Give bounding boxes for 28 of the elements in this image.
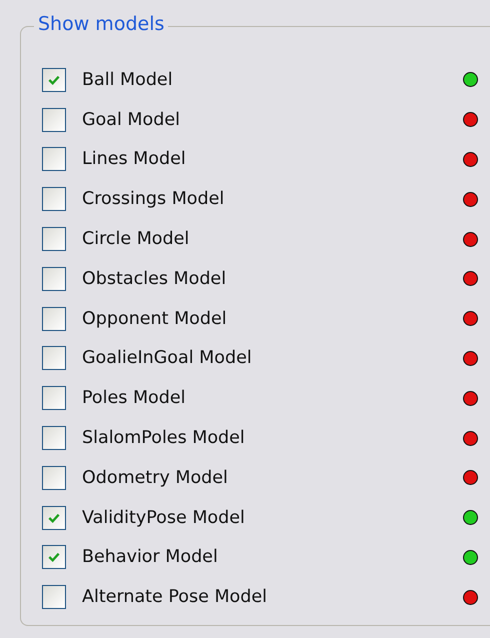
checkbox-label[interactable]: Obstacles Model <box>82 268 463 289</box>
checkbox[interactable] <box>42 266 66 291</box>
checkbox-label[interactable]: GoalieInGoal Model <box>82 348 463 368</box>
checkbox[interactable] <box>42 466 66 490</box>
checkbox[interactable] <box>42 545 66 570</box>
checkbox-label[interactable]: Lines Model <box>82 149 463 170</box>
checkbox-label[interactable]: Circle Model <box>82 229 463 250</box>
checkbox-label[interactable]: Odometry Model <box>82 468 463 488</box>
checkbox[interactable] <box>42 386 66 410</box>
checkbox-label[interactable]: Ball Model <box>82 70 463 90</box>
checkbox-label[interactable]: SlalomPoles Model <box>82 428 463 448</box>
checkbox[interactable] <box>42 187 66 212</box>
checkbox[interactable] <box>42 346 66 370</box>
checkbox[interactable] <box>42 306 66 331</box>
checkbox-label[interactable]: Poles Model <box>82 388 463 408</box>
checkbox-label[interactable]: Alternate Pose Model <box>82 587 463 608</box>
checkbox-label[interactable]: Crossings Model <box>82 189 463 210</box>
checkbox-label[interactable]: Behavior Model <box>82 547 463 568</box>
checkbox-label[interactable]: ValidityPose Model <box>82 508 463 528</box>
checkbox[interactable] <box>42 585 66 610</box>
checkbox-label[interactable]: Goal Model <box>82 110 463 130</box>
checkbox[interactable] <box>42 506 66 530</box>
checkbox[interactable] <box>42 68 66 92</box>
checkbox[interactable] <box>42 426 66 450</box>
checkbox-label[interactable]: Opponent Model <box>82 308 463 329</box>
checkbox[interactable] <box>42 108 66 132</box>
checkbox[interactable] <box>42 227 66 252</box>
checkbox[interactable] <box>42 147 66 172</box>
